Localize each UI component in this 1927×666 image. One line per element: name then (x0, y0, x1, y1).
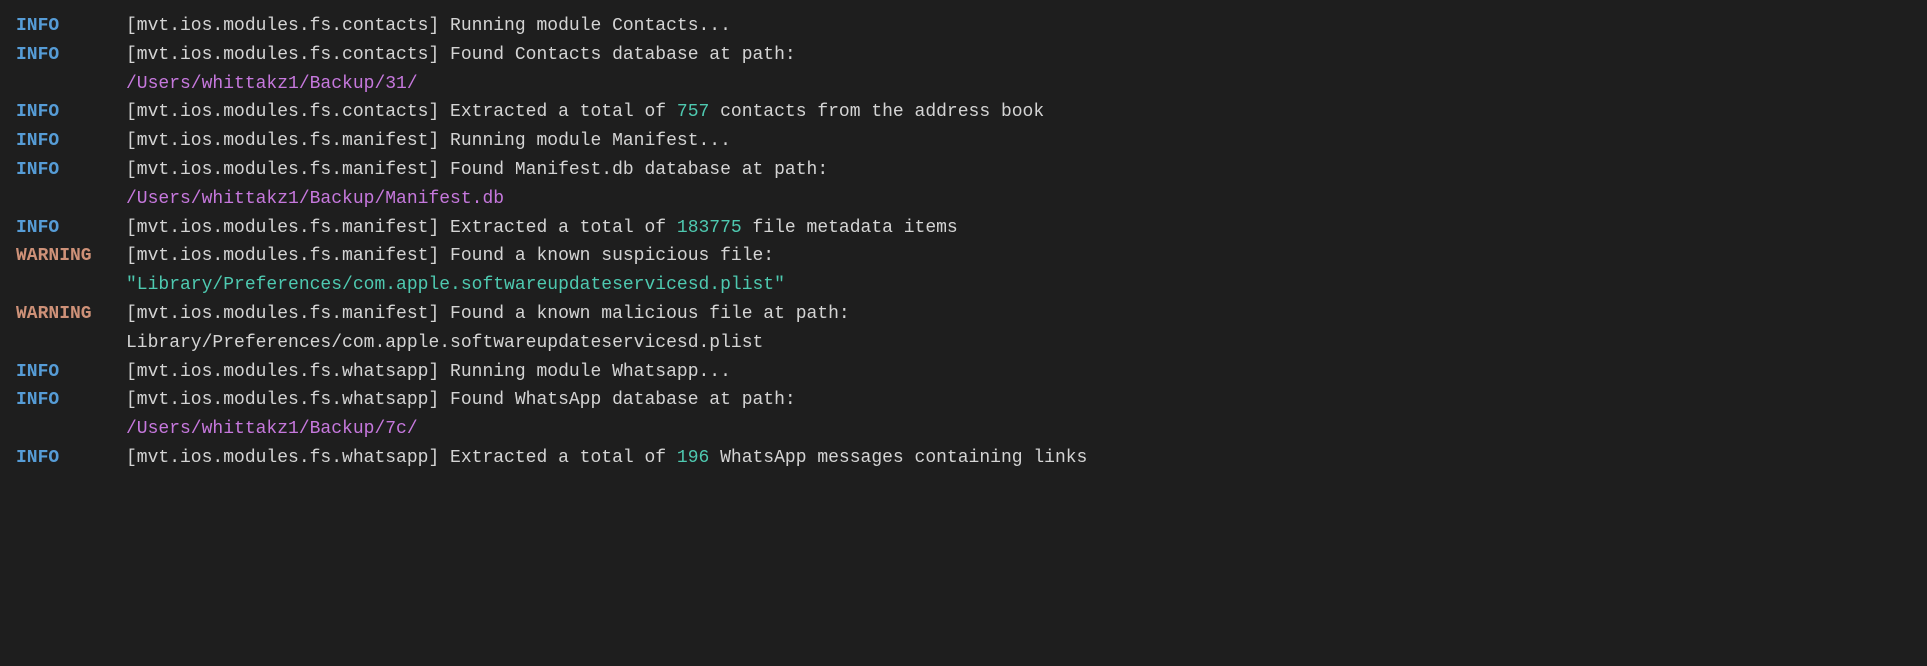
log-line: INFO[mvt.ios.modules.fs.manifest] Runnin… (16, 127, 1911, 156)
log-container: INFO[mvt.ios.modules.fs.contacts] Runnin… (16, 12, 1911, 473)
log-level: INFO (16, 41, 126, 70)
log-line: INFO[mvt.ios.modules.fs.contacts] Runnin… (16, 12, 1911, 41)
log-level: WARNING (16, 242, 126, 271)
log-level: INFO (16, 386, 126, 415)
log-line: INFO[mvt.ios.modules.fs.manifest] Found … (16, 156, 1911, 214)
log-message: [mvt.ios.modules.fs.manifest] Extracted … (126, 214, 1911, 243)
log-level: INFO (16, 358, 126, 387)
number-value: 196 (677, 448, 709, 468)
log-message: [mvt.ios.modules.fs.manifest] Running mo… (126, 127, 1911, 156)
log-line: INFO[mvt.ios.modules.fs.whatsapp] Found … (16, 386, 1911, 444)
log-line: WARNING[mvt.ios.modules.fs.manifest] Fou… (16, 242, 1911, 300)
log-line: WARNING[mvt.ios.modules.fs.manifest] Fou… (16, 300, 1911, 358)
path-value: /Users/whittakz1/Backup/7c/ (126, 419, 418, 439)
log-line: INFO[mvt.ios.modules.fs.whatsapp] Runnin… (16, 358, 1911, 387)
log-message: [mvt.ios.modules.fs.contacts] Found Cont… (126, 41, 1911, 99)
log-level: INFO (16, 12, 126, 41)
log-message: [mvt.ios.modules.fs.whatsapp] Running mo… (126, 358, 1911, 387)
number-value: 757 (677, 102, 709, 122)
log-message: [mvt.ios.modules.fs.whatsapp] Found What… (126, 386, 1911, 444)
log-level: INFO (16, 98, 126, 127)
log-level: INFO (16, 214, 126, 243)
log-message: [mvt.ios.modules.fs.manifest] Found a kn… (126, 242, 1911, 300)
log-level: INFO (16, 444, 126, 473)
number-value: 183775 (677, 218, 742, 238)
log-line: INFO[mvt.ios.modules.fs.whatsapp] Extrac… (16, 444, 1911, 473)
log-message: [mvt.ios.modules.fs.manifest] Found a kn… (126, 300, 1911, 358)
path-value: /Users/whittakz1/Backup/Manifest.db (126, 189, 504, 209)
log-message: [mvt.ios.modules.fs.contacts] Running mo… (126, 12, 1911, 41)
suspicious-path: "Library/Preferences/com.apple.softwareu… (126, 275, 785, 295)
log-level: INFO (16, 156, 126, 185)
log-line: INFO[mvt.ios.modules.fs.manifest] Extrac… (16, 214, 1911, 243)
log-message: [mvt.ios.modules.fs.contacts] Extracted … (126, 98, 1911, 127)
log-message: [mvt.ios.modules.fs.whatsapp] Extracted … (126, 444, 1911, 473)
path-value: /Users/whittakz1/Backup/31/ (126, 74, 418, 94)
log-message: [mvt.ios.modules.fs.manifest] Found Mani… (126, 156, 1911, 214)
log-level: WARNING (16, 300, 126, 329)
log-level: INFO (16, 127, 126, 156)
log-line: INFO[mvt.ios.modules.fs.contacts] Extrac… (16, 98, 1911, 127)
malicious-path: Library/Preferences/com.apple.softwareup… (126, 333, 763, 353)
log-line: INFO[mvt.ios.modules.fs.contacts] Found … (16, 41, 1911, 99)
